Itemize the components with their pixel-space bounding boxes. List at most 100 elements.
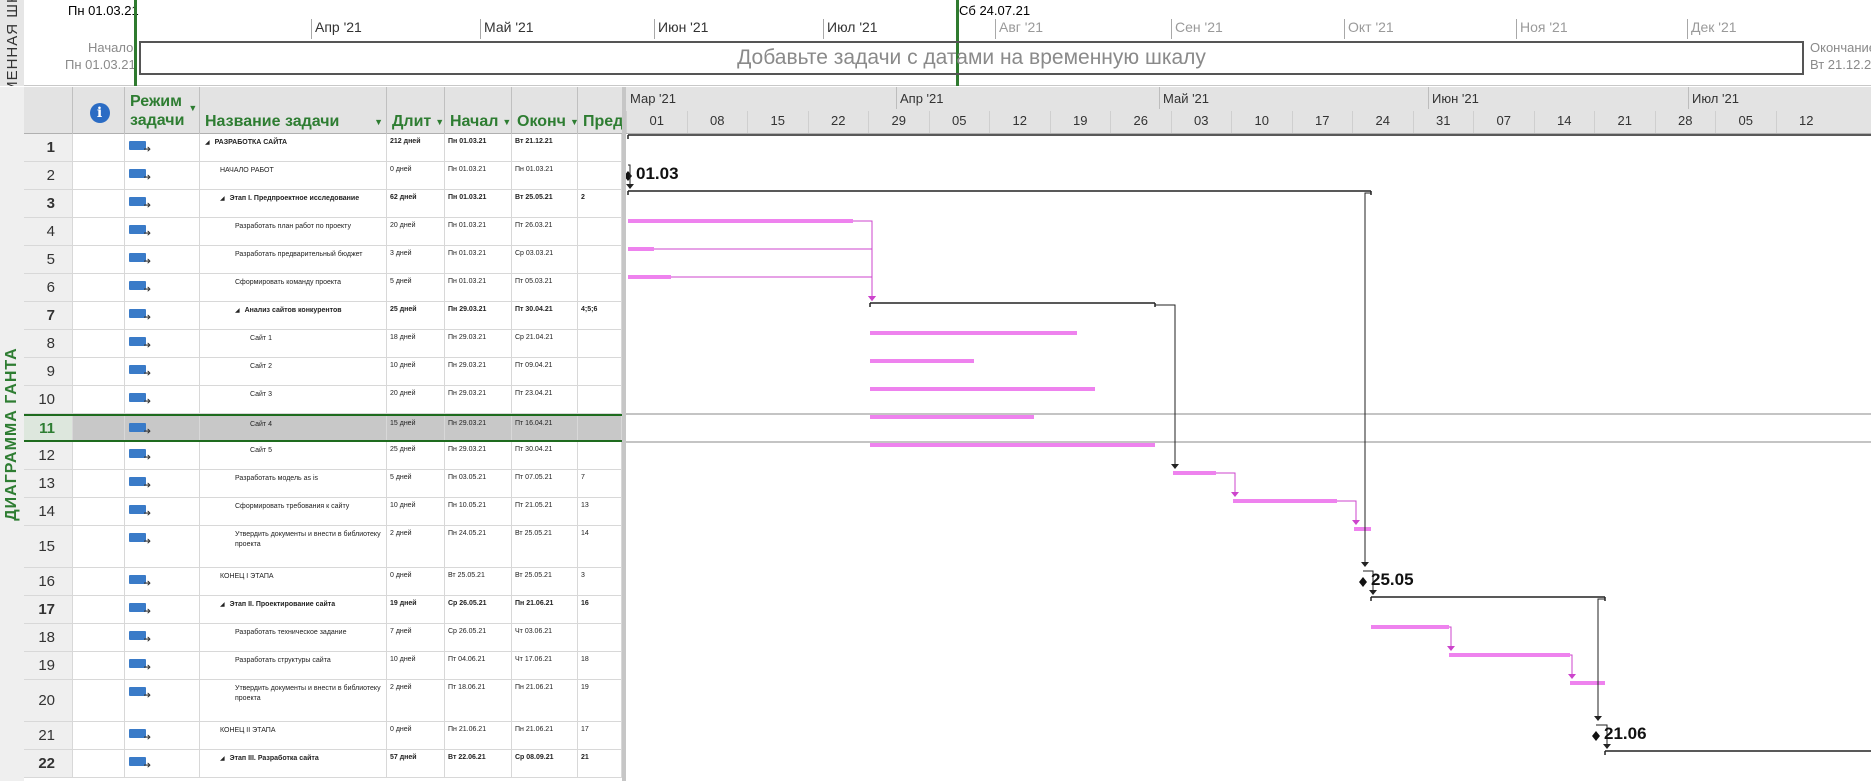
predecessors-cell[interactable] (578, 386, 622, 413)
finish-cell[interactable]: Пн 21.06.21 (512, 722, 578, 749)
collapse-triangle-icon[interactable]: ◢ (220, 196, 225, 202)
indicator-cell[interactable] (73, 302, 125, 329)
duration-cell[interactable]: 0 дней (387, 722, 445, 749)
predecessors-cell[interactable]: 16 (578, 596, 622, 623)
task-bar[interactable] (628, 275, 671, 279)
task-bar[interactable] (1173, 471, 1216, 475)
timeline-placeholder-box[interactable]: Добавьте задачи с датами на временную шк… (139, 41, 1804, 75)
dependency-arrow-icon[interactable] (1447, 646, 1455, 651)
indicator-cell[interactable] (73, 750, 125, 777)
task-name-cell[interactable]: Сайт 4 (200, 416, 387, 440)
start-cell[interactable]: Пт 04.06.21 (445, 652, 512, 679)
start-cell[interactable]: Пн 01.03.21 (445, 274, 512, 301)
row-id-cell[interactable]: 6 (24, 274, 73, 301)
start-cell[interactable]: Пн 01.03.21 (445, 246, 512, 273)
task-mode-cell[interactable]: ➔ (125, 274, 200, 301)
start-cell[interactable]: Пн 29.03.21 (445, 358, 512, 385)
task-bar[interactable] (1371, 625, 1449, 629)
table-row[interactable]: 7 ➔ ◢ Анализ сайтов конкурентов 25 дней Пн 29… (24, 302, 622, 330)
indicator-cell[interactable] (73, 596, 125, 623)
task-name-cell[interactable]: Сформировать требования к сайту (200, 498, 387, 525)
row-id-cell[interactable]: 17 (24, 596, 73, 623)
row-id-cell[interactable]: 13 (24, 470, 73, 497)
header-start[interactable]: Начал ▼ (445, 87, 512, 134)
dependency-link[interactable] (1155, 304, 1176, 465)
table-row[interactable]: 12 ➔ Сайт 5 25 дней Пн 29.03.21 Пт 30.04.21 (24, 442, 622, 470)
dependency-link[interactable] (1570, 654, 1573, 675)
task-mode-cell[interactable]: ➔ (125, 526, 200, 567)
start-cell[interactable]: Пн 29.03.21 (445, 386, 512, 413)
row-id-cell[interactable]: 11 (24, 416, 73, 440)
indicator-cell[interactable] (73, 330, 125, 357)
task-mode-cell[interactable]: ➔ (125, 498, 200, 525)
finish-cell[interactable]: Ср 08.09.21 (512, 750, 578, 777)
duration-cell[interactable]: 20 дней (387, 218, 445, 245)
collapse-triangle-icon[interactable]: ◢ (220, 602, 225, 608)
table-row[interactable]: 1 ➔ ◢ РАЗРАБОТКА САЙТА 212 дней Пн 01.03.21 Вт… (24, 134, 622, 162)
finish-cell[interactable]: Чт 17.06.21 (512, 652, 578, 679)
indicator-cell[interactable] (73, 442, 125, 469)
row-id-cell[interactable]: 4 (24, 218, 73, 245)
task-mode-cell[interactable]: ➔ (125, 722, 200, 749)
dependency-link[interactable] (654, 248, 873, 297)
predecessors-cell[interactable] (578, 624, 622, 651)
task-mode-cell[interactable]: ➔ (125, 330, 200, 357)
milestone-marker[interactable] (626, 171, 632, 181)
dependency-arrow-icon[interactable] (1231, 492, 1239, 497)
row-id-cell[interactable]: 9 (24, 358, 73, 385)
start-cell[interactable]: Пн 10.05.21 (445, 498, 512, 525)
collapse-triangle-icon[interactable]: ◢ (205, 140, 210, 146)
task-mode-cell[interactable]: ➔ (125, 302, 200, 329)
indicator-cell[interactable] (73, 568, 125, 595)
task-name-cell[interactable]: ◢ Анализ сайтов конкурентов (200, 302, 387, 329)
start-cell[interactable]: Пн 01.03.21 (445, 218, 512, 245)
table-row[interactable]: 6 ➔ Сформировать команду проекта 5 дней Пн 0… (24, 274, 622, 302)
gantt-body[interactable]: 01.03 25.05 21.06 (626, 134, 1871, 781)
task-name-cell[interactable]: ◢ РАЗРАБОТКА САЙТА (200, 134, 387, 161)
indicator-cell[interactable] (73, 246, 125, 273)
finish-cell[interactable]: Пт 07.05.21 (512, 470, 578, 497)
row-id-cell[interactable]: 20 (24, 680, 73, 721)
duration-cell[interactable]: 212 дней (387, 134, 445, 161)
dependency-link[interactable] (853, 220, 873, 297)
table-row[interactable]: 4 ➔ Разработать план работ по проекту 20 дн… (24, 218, 622, 246)
header-indicators[interactable]: i (73, 87, 125, 134)
header-task-mode[interactable]: Режим задачи ▼ (125, 87, 200, 134)
predecessors-cell[interactable] (578, 274, 622, 301)
task-bar[interactable] (870, 387, 1095, 391)
duration-cell[interactable]: 0 дней (387, 568, 445, 595)
task-name-cell[interactable]: Сайт 2 (200, 358, 387, 385)
predecessors-cell[interactable]: 2 (578, 190, 622, 217)
task-name-cell[interactable]: Разработать модель as is (200, 470, 387, 497)
task-mode-cell[interactable]: ➔ (125, 624, 200, 651)
start-cell[interactable]: Ср 26.05.21 (445, 624, 512, 651)
duration-cell[interactable]: 5 дней (387, 470, 445, 497)
predecessors-cell[interactable] (578, 218, 622, 245)
task-name-cell[interactable]: Утвердить документы и внести в библиотек… (200, 680, 387, 721)
duration-cell[interactable]: 10 дней (387, 652, 445, 679)
start-cell[interactable]: Пн 29.03.21 (445, 442, 512, 469)
task-bar[interactable] (1570, 681, 1605, 685)
finish-cell[interactable]: Пт 26.03.21 (512, 218, 578, 245)
duration-cell[interactable]: 20 дней (387, 386, 445, 413)
task-mode-cell[interactable]: ➔ (125, 750, 200, 777)
task-name-cell[interactable]: НАЧАЛО РАБОТ (200, 162, 387, 189)
finish-cell[interactable]: Пт 30.04.21 (512, 442, 578, 469)
duration-cell[interactable]: 25 дней (387, 302, 445, 329)
table-row[interactable]: 15 ➔ Утвердить документы и внести в библио… (24, 526, 622, 568)
task-mode-cell[interactable]: ➔ (125, 218, 200, 245)
header-duration[interactable]: Длит ▼ (387, 87, 445, 134)
indicator-cell[interactable] (73, 190, 125, 217)
finish-cell[interactable]: Вт 25.05.21 (512, 190, 578, 217)
task-bar[interactable] (870, 331, 1077, 335)
header-task-mode-dropdown-icon[interactable]: ▼ (188, 99, 197, 118)
finish-cell[interactable]: Пт 16.04.21 (512, 416, 578, 440)
finish-cell[interactable]: Пн 21.06.21 (512, 680, 578, 721)
row-id-cell[interactable]: 16 (24, 568, 73, 595)
dependency-arrow-icon[interactable] (1568, 674, 1576, 679)
dependency-arrow-icon[interactable] (1171, 464, 1179, 469)
row-id-cell[interactable]: 14 (24, 498, 73, 525)
task-name-cell[interactable]: Разработать техническое задание (200, 624, 387, 651)
header-start-dropdown-icon[interactable]: ▼ (502, 117, 511, 127)
task-mode-cell[interactable]: ➔ (125, 162, 200, 189)
